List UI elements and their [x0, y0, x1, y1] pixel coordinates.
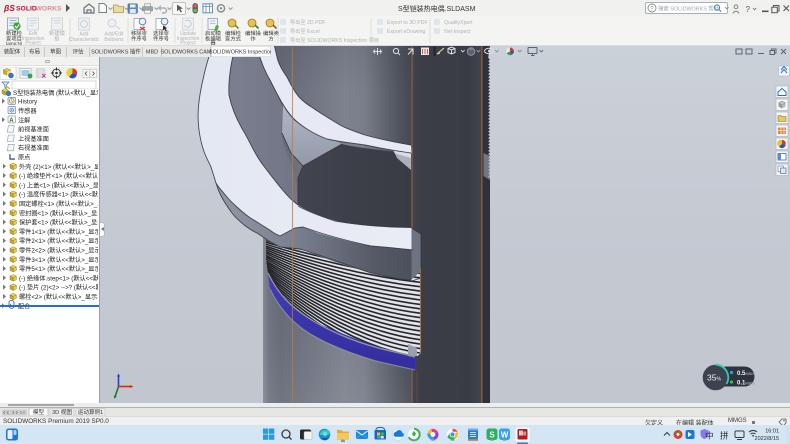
- svg-text:器: 器: [210, 40, 216, 45]
- svg-text:注解: 注解: [18, 116, 30, 124]
- svg-text:件序号: 件序号: [131, 35, 147, 43]
- svg-text:SOLIDWORKS Inspection: SOLIDWORKS Inspection: [209, 50, 271, 56]
- svg-text:Project: Project: [180, 41, 196, 46]
- svg-text:Characteristic: Characteristic: [69, 37, 100, 43]
- svg-text:A: A: [9, 118, 14, 124]
- svg-text:(-) 绝缘垫片<1> (默认<<默认>_显示: (-) 绝缘垫片<1> (默认<<默认>_显示: [19, 172, 98, 180]
- svg-text:2022/8/15: 2022/8/15: [755, 436, 779, 442]
- svg-text:外壳 (2)<1> (默认<<默认>_显示状: 外壳 (2)<1> (默认<<默认>_显示状: [19, 163, 98, 171]
- svg-text:模型: 模型: [33, 408, 45, 416]
- svg-text:零件1<1> (默认<<默认>_显示状态 -: 零件1<1> (默认<<默认>_显示状态 -: [19, 228, 98, 236]
- svg-text:拼: 拼: [720, 431, 729, 441]
- svg-text:方: 方: [268, 35, 273, 43]
- svg-text:原点: 原点: [18, 154, 30, 162]
- svg-text:SOLIDWORKS CAM: SOLIDWORKS CAM: [160, 50, 211, 56]
- svg-text:导出至 Excel: 导出至 Excel: [290, 27, 320, 35]
- svg-text:History: History: [18, 99, 38, 106]
- svg-text:βS: βS: [3, 3, 15, 13]
- svg-text:(-) 温度传感器<1> (默认<<默认>_: (-) 温度传感器<1> (默认<<默认>_: [19, 191, 98, 199]
- svg-text:布局: 布局: [29, 48, 40, 56]
- svg-text:传感器: 传感器: [18, 107, 37, 115]
- svg-text:S型铠装热电偶 (默认<默认_显示状态-1: S型铠装热电偶 (默认<默认_显示状态-1: [13, 89, 98, 97]
- svg-text:评估: 评估: [72, 48, 84, 56]
- svg-text:搜索 SOLIDWORKS 帮助: 搜索 SOLIDWORKS 帮助: [658, 4, 719, 12]
- svg-text:零件2<1> (默认<<默认>_显示状态: 零件2<1> (默认<<默认>_显示状态: [19, 237, 98, 245]
- svg-text:MBD: MBD: [146, 50, 158, 56]
- svg-text:?: ?: [650, 6, 654, 13]
- svg-text:零件3<1> (默认<<默认>_显示状态: 零件3<1> (默认<<默认>_显示状态: [19, 256, 98, 264]
- svg-text:固定螺栓<1> (默认<<默认>_显示状: 固定螺栓<1> (默认<<默认>_显示状: [19, 200, 98, 208]
- svg-text:作: 作: [250, 35, 256, 43]
- svg-text:前视基准面: 前视基准面: [18, 126, 49, 134]
- svg-text:上视基准面: 上视基准面: [18, 135, 49, 143]
- svg-text:Project: Project: [25, 41, 41, 46]
- svg-text:3D 视图: 3D 视图: [52, 408, 72, 416]
- svg-text:Balloons: Balloons: [104, 37, 124, 43]
- svg-text:QualityXpert: QualityXpert: [444, 20, 473, 26]
- svg-text:16:01: 16:01: [765, 429, 779, 435]
- svg-text:Export to 3D PDF: Export to 3D PDF: [387, 20, 428, 26]
- svg-text:零件2<2> (默认<<默认>_显示状态: 零件2<2> (默认<<默认>_显示状态: [19, 247, 98, 255]
- svg-text:(-) 垫片 (2)<2> -->? (默认<<默认: (-) 垫片 (2)<2> -->? (默认<<默认: [19, 284, 98, 292]
- svg-text:装配体: 装配体: [4, 48, 21, 56]
- svg-text:?: ?: [746, 5, 751, 14]
- svg-text:(-) 绝缘体.step<1> (默认<<默认>: (-) 绝缘体.step<1> (默认<<默认>: [19, 274, 98, 282]
- svg-text:WORKS: WORKS: [36, 6, 63, 13]
- svg-text:件序号: 件序号: [153, 35, 169, 43]
- svg-text:保护套<1> (默认<<默认>_显示状态: 保护套<1> (默认<<默认>_显示状态: [19, 219, 98, 227]
- svg-text:SOLIDWORKS 插件: SOLIDWORKS 插件: [91, 48, 141, 56]
- svg-text:密封圈<1> (默认<<默认>_显示状态: 密封圈<1> (默认<<默认>_显示状态: [19, 209, 98, 217]
- svg-text:螺栓<2> (默认<<默认>_显示状态 -: 螺栓<2> (默认<<默认>_显示状态 -: [19, 293, 98, 301]
- svg-text:Export eDrawing: Export eDrawing: [387, 29, 425, 35]
- svg-text:中: 中: [705, 431, 714, 441]
- svg-text:Net-Inspect: Net-Inspect: [444, 29, 471, 35]
- svg-text:运动算例1: 运动算例1: [78, 408, 104, 416]
- svg-text:SOLID: SOLID: [16, 6, 37, 13]
- svg-text:W: W: [501, 431, 509, 440]
- svg-text:查方式: 查方式: [225, 35, 242, 43]
- svg-text:S: S: [489, 431, 495, 440]
- svg-text:右视基准面: 右视基准面: [18, 144, 49, 152]
- svg-text:(-) 上盖<1> (默认<<默认>_显示状态: (-) 上盖<1> (默认<<默认>_显示状态: [19, 181, 98, 189]
- svg-text:(amp;N): (amp;N): [6, 41, 23, 45]
- svg-text:导出至 2D PDF: 导出至 2D PDF: [290, 18, 325, 26]
- svg-text:零件5<1> (默认<<默认>_显示状态: 零件5<1> (默认<<默认>_显示状态: [19, 265, 98, 273]
- svg-text:导出至 SOLIDWORKS Inspection 项目: 导出至 SOLIDWORKS Inspection 项目: [290, 36, 379, 44]
- svg-text:板: 板: [54, 35, 60, 43]
- svg-text:草图: 草图: [50, 48, 62, 56]
